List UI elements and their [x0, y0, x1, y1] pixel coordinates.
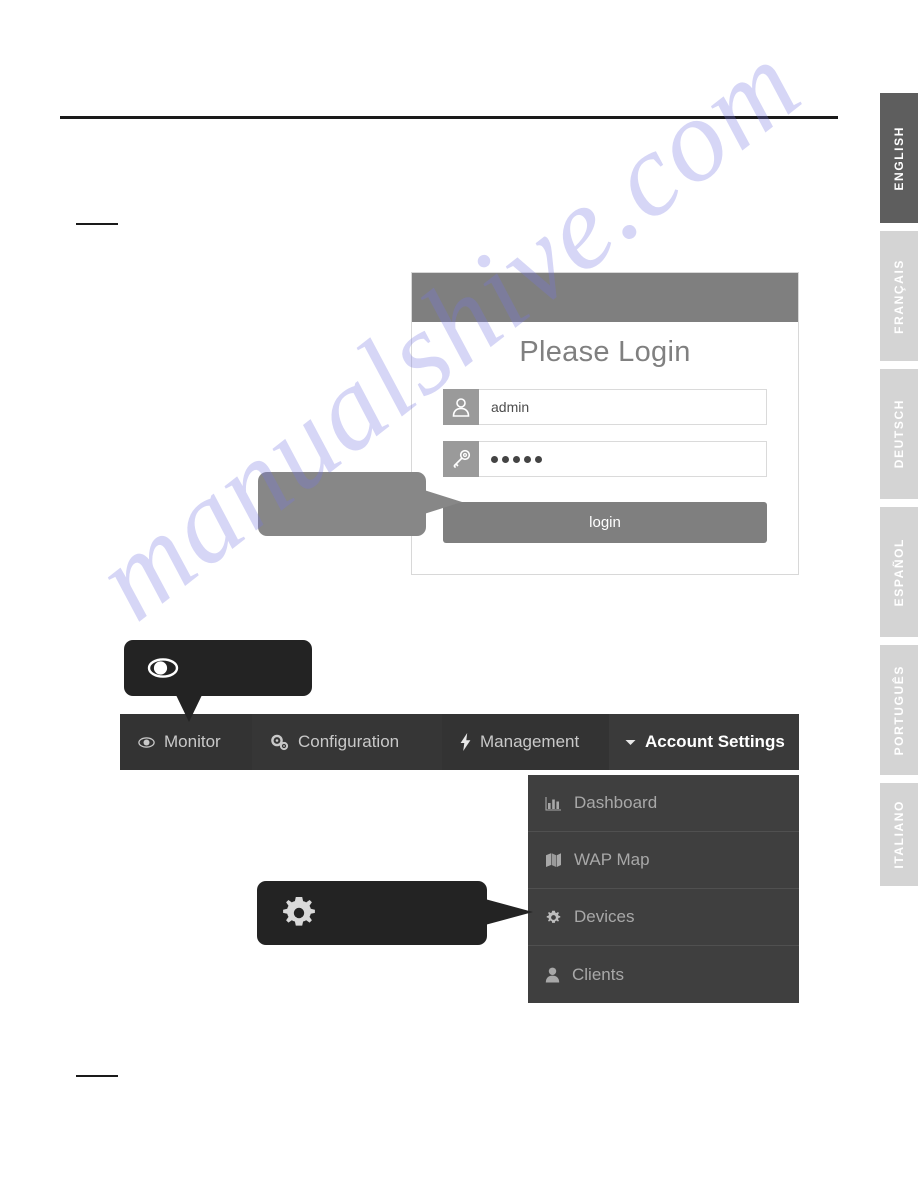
callout-tail	[424, 490, 462, 514]
section-marker-top	[76, 223, 118, 225]
language-tab-label: DEUTSCH	[892, 399, 906, 469]
login-button[interactable]: login	[443, 502, 767, 543]
dropdown-item-devices[interactable]: Devices	[528, 889, 799, 946]
gear-icon	[545, 909, 562, 926]
map-icon	[545, 852, 562, 868]
bolt-icon	[460, 733, 471, 751]
cogs-icon	[270, 734, 289, 751]
dropdown-item-label: Devices	[574, 907, 635, 926]
user-icon	[443, 389, 479, 425]
login-panel: Please Login admin login	[411, 272, 799, 575]
username-input[interactable]: admin	[479, 389, 767, 425]
language-tab-deutsch[interactable]: DEUTSCH	[880, 369, 918, 499]
nav-item-account-settings[interactable]: Account Settings	[609, 714, 799, 770]
devices-callout	[257, 881, 533, 945]
login-panel-header	[412, 273, 798, 322]
language-tab-francais[interactable]: FRANÇAIS	[880, 231, 918, 361]
password-input[interactable]	[479, 441, 767, 477]
nav-item-label: Monitor	[164, 732, 221, 751]
callout-tail	[485, 899, 533, 925]
language-tab-english[interactable]: ENGLISH	[880, 93, 918, 223]
language-tab-label: ESPAÑOL	[892, 537, 906, 607]
login-button-callout	[258, 472, 462, 536]
password-field-row	[443, 441, 767, 477]
language-tab-espanol[interactable]: ESPAÑOL	[880, 507, 918, 637]
header-rule	[60, 116, 838, 119]
language-rail: ENGLISH FRANÇAIS DEUTSCH ESPAÑOL PORTUGU…	[880, 0, 918, 1188]
eye-icon	[146, 656, 180, 680]
monitor-dropdown-menu: Dashboard WAP Map Devices Clients	[528, 775, 799, 1003]
language-tab-label: FRANÇAIS	[892, 258, 906, 334]
bar-chart-icon	[545, 796, 562, 811]
dropdown-item-dashboard[interactable]: Dashboard	[528, 775, 799, 832]
nav-item-management[interactable]: Management	[442, 714, 609, 770]
main-navbar: Monitor Configuration Management Account…	[120, 714, 799, 770]
section-marker-bottom	[76, 1075, 118, 1077]
language-tab-label: PORTUGUÊS	[892, 664, 906, 756]
key-icon	[443, 441, 479, 477]
dropdown-item-label: WAP Map	[574, 850, 650, 869]
nav-item-label: Account Settings	[645, 732, 785, 751]
monitor-callout	[124, 640, 312, 722]
username-field-row: admin	[443, 389, 767, 425]
dropdown-item-label: Dashboard	[574, 793, 658, 812]
eye-icon	[138, 736, 155, 749]
language-tab-label: ITALIANO	[892, 800, 906, 869]
dropdown-item-label: Clients	[572, 964, 624, 984]
nav-item-label: Management	[480, 732, 580, 751]
callout-tail	[176, 695, 202, 722]
dropdown-item-wap-map[interactable]: WAP Map	[528, 832, 799, 889]
login-title: Please Login	[519, 336, 691, 368]
page-canvas: Please Login admin login Monitor Configu…	[0, 0, 918, 1188]
nav-item-label: Configuration	[298, 732, 400, 751]
nav-item-configuration[interactable]: Configuration	[252, 714, 442, 770]
language-tab-portugues[interactable]: PORTUGUÊS	[880, 645, 918, 775]
caret-down-icon	[625, 738, 636, 746]
nav-item-monitor[interactable]: Monitor	[120, 714, 252, 770]
language-tab-label: ENGLISH	[892, 125, 906, 191]
gear-icon	[279, 893, 319, 933]
language-tab-italiano[interactable]: ITALIANO	[880, 783, 918, 886]
password-mask-dots	[491, 455, 542, 463]
dropdown-item-clients[interactable]: Clients	[528, 946, 799, 1003]
user-icon	[545, 967, 560, 983]
